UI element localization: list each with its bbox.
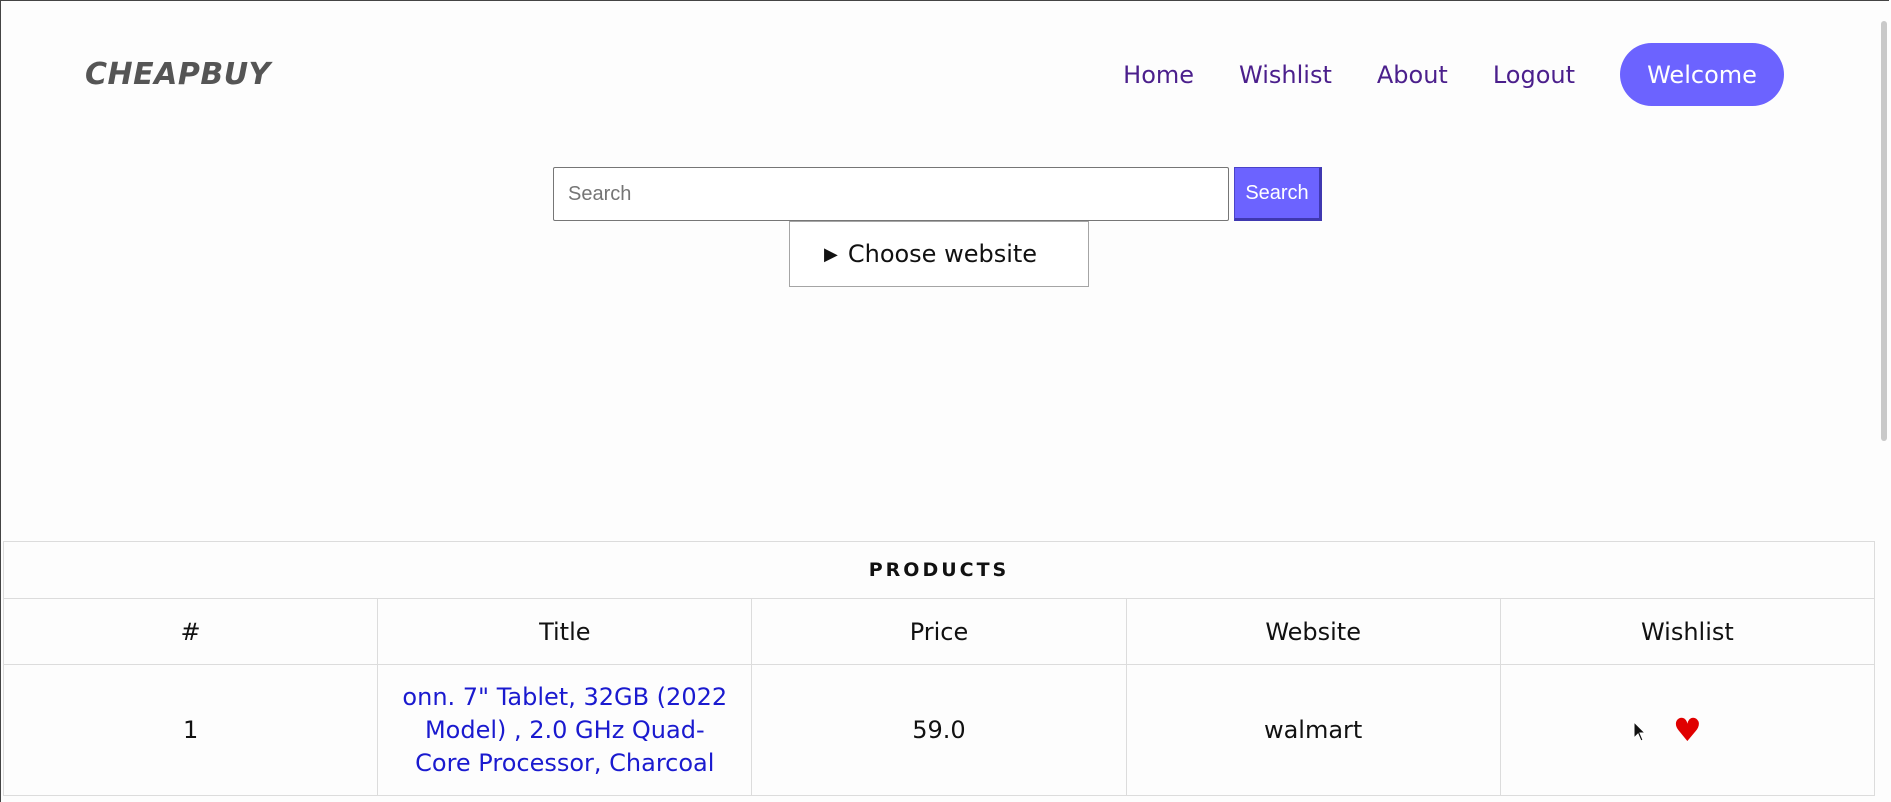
column-header-title: Title <box>377 598 753 665</box>
top-nav: Home Wishlist About Logout Welcome <box>1078 43 1784 106</box>
brand-logo[interactable]: CHEAPBUY <box>85 57 271 92</box>
welcome-button[interactable]: Welcome <box>1620 43 1784 106</box>
disclosure-triangle-icon: ▶ <box>824 243 838 265</box>
table-header-row: # Title Price Website Wishlist <box>2 598 1876 665</box>
column-header-price: Price <box>751 598 1127 665</box>
nav-logout-link[interactable]: Logout <box>1493 61 1575 89</box>
table-row: 1 onn. 7" Tablet, 32GB (2022 Model) , 2.… <box>2 664 1876 796</box>
page: CHEAPBUY Home Wishlist About Logout Welc… <box>0 0 1889 802</box>
product-website: walmart <box>1125 664 1501 796</box>
column-header-website: Website <box>1125 598 1501 665</box>
heart-icon[interactable]: ♥ <box>1673 711 1702 749</box>
products-table: PRODUCTS # Title Price Website Wishlist … <box>2 541 1876 796</box>
mouse-cursor-icon <box>1633 721 1647 742</box>
column-header-number: # <box>2 598 379 665</box>
column-header-wishlist: Wishlist <box>1499 598 1876 665</box>
choose-website-dropdown[interactable]: ▶ Choose website <box>789 221 1089 287</box>
product-title-cell: onn. 7" Tablet, 32GB (2022 Model) , 2.0 … <box>377 664 753 796</box>
row-number: 1 <box>2 664 379 796</box>
product-title-link[interactable]: onn. 7" Tablet, 32GB (2022 Model) , 2.0 … <box>379 681 750 780</box>
nav-home-link[interactable]: Home <box>1123 61 1194 89</box>
nav-wishlist-link[interactable]: Wishlist <box>1239 61 1332 89</box>
search-input[interactable] <box>553 167 1229 221</box>
wishlist-cell: ♥ <box>1499 664 1876 796</box>
choose-website-label: Choose website <box>847 240 1038 268</box>
search-button[interactable]: Search <box>1234 167 1322 221</box>
scrollbar[interactable] <box>1881 21 1887 441</box>
nav-about-link[interactable]: About <box>1377 61 1448 89</box>
product-price: 59.0 <box>751 664 1127 796</box>
table-caption-row: PRODUCTS <box>3 541 1875 599</box>
table-caption: PRODUCTS <box>3 541 1875 599</box>
